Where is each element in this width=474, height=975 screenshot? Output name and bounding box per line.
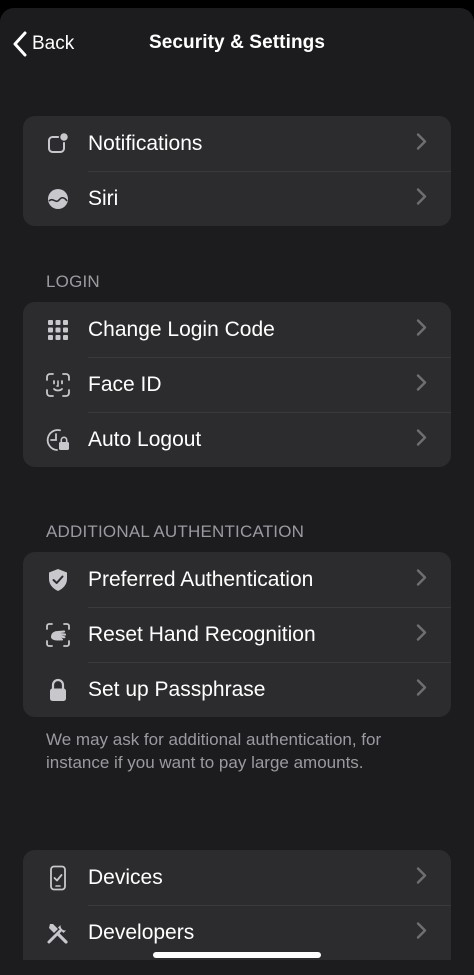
chevron-right-icon	[416, 318, 427, 341]
lock-icon	[45, 677, 71, 703]
chevron-right-icon	[416, 373, 427, 396]
hand-scan-icon	[45, 622, 71, 648]
row-label: Face ID	[88, 372, 162, 396]
general-settings-group: Notifications Siri	[23, 116, 451, 226]
notification-badge-icon	[45, 131, 71, 157]
siri-icon	[45, 186, 71, 212]
chevron-right-icon	[416, 921, 427, 944]
row-devices[interactable]: Devices	[23, 850, 451, 905]
chevron-right-icon	[416, 568, 427, 591]
page-title: Security & Settings	[148, 32, 326, 53]
other-settings-group: Devices Developers	[23, 850, 451, 960]
row-change-login-code[interactable]: Change Login Code	[23, 302, 451, 357]
chevron-right-icon	[416, 623, 427, 646]
row-label: Reset Hand Recognition	[88, 622, 316, 646]
row-label: Preferred Authentication	[88, 567, 314, 591]
clock-lock-icon	[45, 427, 71, 453]
row-label: Siri	[88, 186, 119, 210]
additional-authentication-footnote: We may ask for additional authentication…	[46, 730, 382, 772]
navigation-bar: Back Security & Settings	[0, 8, 474, 80]
row-set-up-passphrase[interactable]: Set up Passphrase	[23, 662, 451, 717]
tools-icon	[45, 920, 71, 946]
row-label: Notifications	[88, 131, 203, 155]
login-settings-group: Change Login Code Face ID Auto Logout	[23, 302, 451, 467]
chevron-right-icon	[416, 866, 427, 889]
home-indicator[interactable]	[153, 952, 321, 958]
section-header-login: LOGIN	[46, 272, 100, 291]
section-header-additional-authentication: ADDITIONAL AUTHENTICATION	[46, 522, 305, 541]
row-label: Devices	[88, 865, 163, 889]
chevron-right-icon	[416, 132, 427, 155]
row-label: Auto Logout	[88, 427, 202, 451]
face-id-icon	[45, 372, 71, 398]
additional-authentication-group: Preferred Authentication Reset Hand Reco…	[23, 552, 451, 717]
chevron-right-icon	[416, 678, 427, 701]
phone-check-icon	[45, 865, 71, 891]
row-siri[interactable]: Siri	[23, 171, 451, 226]
row-notifications[interactable]: Notifications	[23, 116, 451, 171]
settings-sheet: Back Security & Settings Notifications S…	[0, 8, 474, 975]
row-face-id[interactable]: Face ID	[23, 357, 451, 412]
shield-check-icon	[45, 567, 71, 593]
keypad-grid-icon	[45, 317, 71, 343]
row-auto-logout[interactable]: Auto Logout	[23, 412, 451, 467]
row-label: Change Login Code	[88, 317, 275, 341]
chevron-right-icon	[416, 187, 427, 210]
row-reset-hand-recognition[interactable]: Reset Hand Recognition	[23, 607, 451, 662]
row-label: Set up Passphrase	[88, 677, 266, 701]
row-label: Developers	[88, 920, 195, 944]
row-preferred-authentication[interactable]: Preferred Authentication	[23, 552, 451, 607]
chevron-right-icon	[416, 428, 427, 451]
